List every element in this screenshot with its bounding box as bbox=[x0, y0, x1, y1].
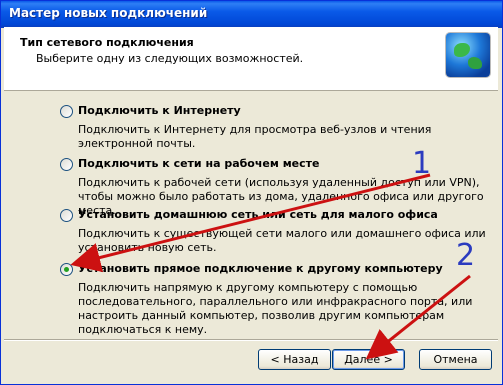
annotation-number-1: 1 bbox=[412, 146, 432, 181]
annotation-arrows bbox=[70, 173, 471, 360]
arrow-to-next-button bbox=[365, 274, 471, 360]
annotation-number-2: 2 bbox=[456, 238, 476, 273]
arrow-to-direct-connection bbox=[70, 173, 431, 273]
